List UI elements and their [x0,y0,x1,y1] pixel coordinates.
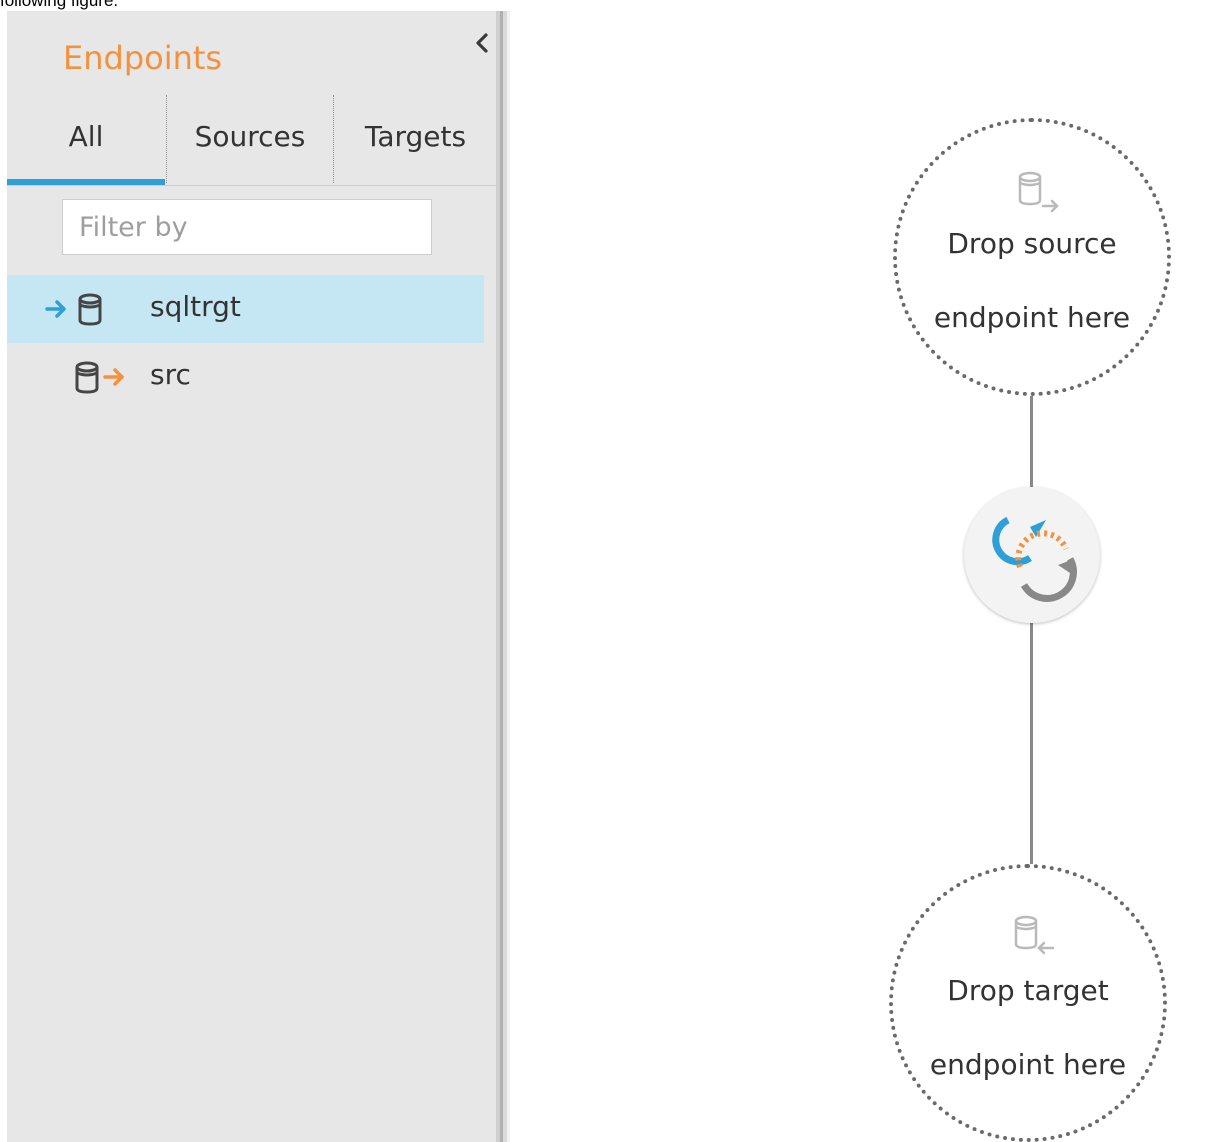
panel-resize-handle[interactable] [496,11,510,1142]
panel-title: Endpoints [63,39,223,77]
list-item-label: src [150,358,191,391]
target-database-icon [1014,915,1055,955]
collapse-panel-button[interactable] [465,26,499,60]
list-item-sqltrgt[interactable]: sqltrgt [7,275,484,343]
target-drop-line2: endpoint here [929,1048,1127,1081]
tab-targets[interactable]: Targets [333,95,497,183]
source-database-icon [75,361,124,394]
endpoints-panel: Endpoints All Sources Targets sqltrgt [7,11,496,1142]
tab-sources-label: Sources [194,120,306,153]
replication-task-icon [992,516,1077,602]
replication-task-node[interactable] [964,487,1100,623]
tab-sources[interactable]: Sources [166,95,333,183]
source-database-icon [1018,171,1059,213]
tab-all-label: All [68,120,104,153]
source-drop-line1: Drop source [947,227,1117,260]
connector-line-source [1030,393,1033,489]
target-drop-zone[interactable]: Drop target endpoint here [889,864,1167,1142]
document-caption-fragment: following figure. [0,0,119,10]
endpoint-tabs: All Sources Targets [7,95,496,186]
list-item-src[interactable]: src [7,343,484,411]
filter-input[interactable] [62,199,432,255]
active-tab-indicator [7,179,165,185]
tab-all[interactable]: All [7,95,165,185]
target-drop-line1: Drop target [947,974,1109,1007]
tab-targets-label: Targets [364,120,467,153]
list-item-label: sqltrgt [150,290,241,323]
source-drop-line2: endpoint here [933,301,1131,334]
chevron-left-icon [476,33,488,53]
target-database-icon [45,293,102,326]
connector-line-target [1030,621,1033,867]
source-drop-zone[interactable]: Drop source endpoint here [893,118,1171,396]
